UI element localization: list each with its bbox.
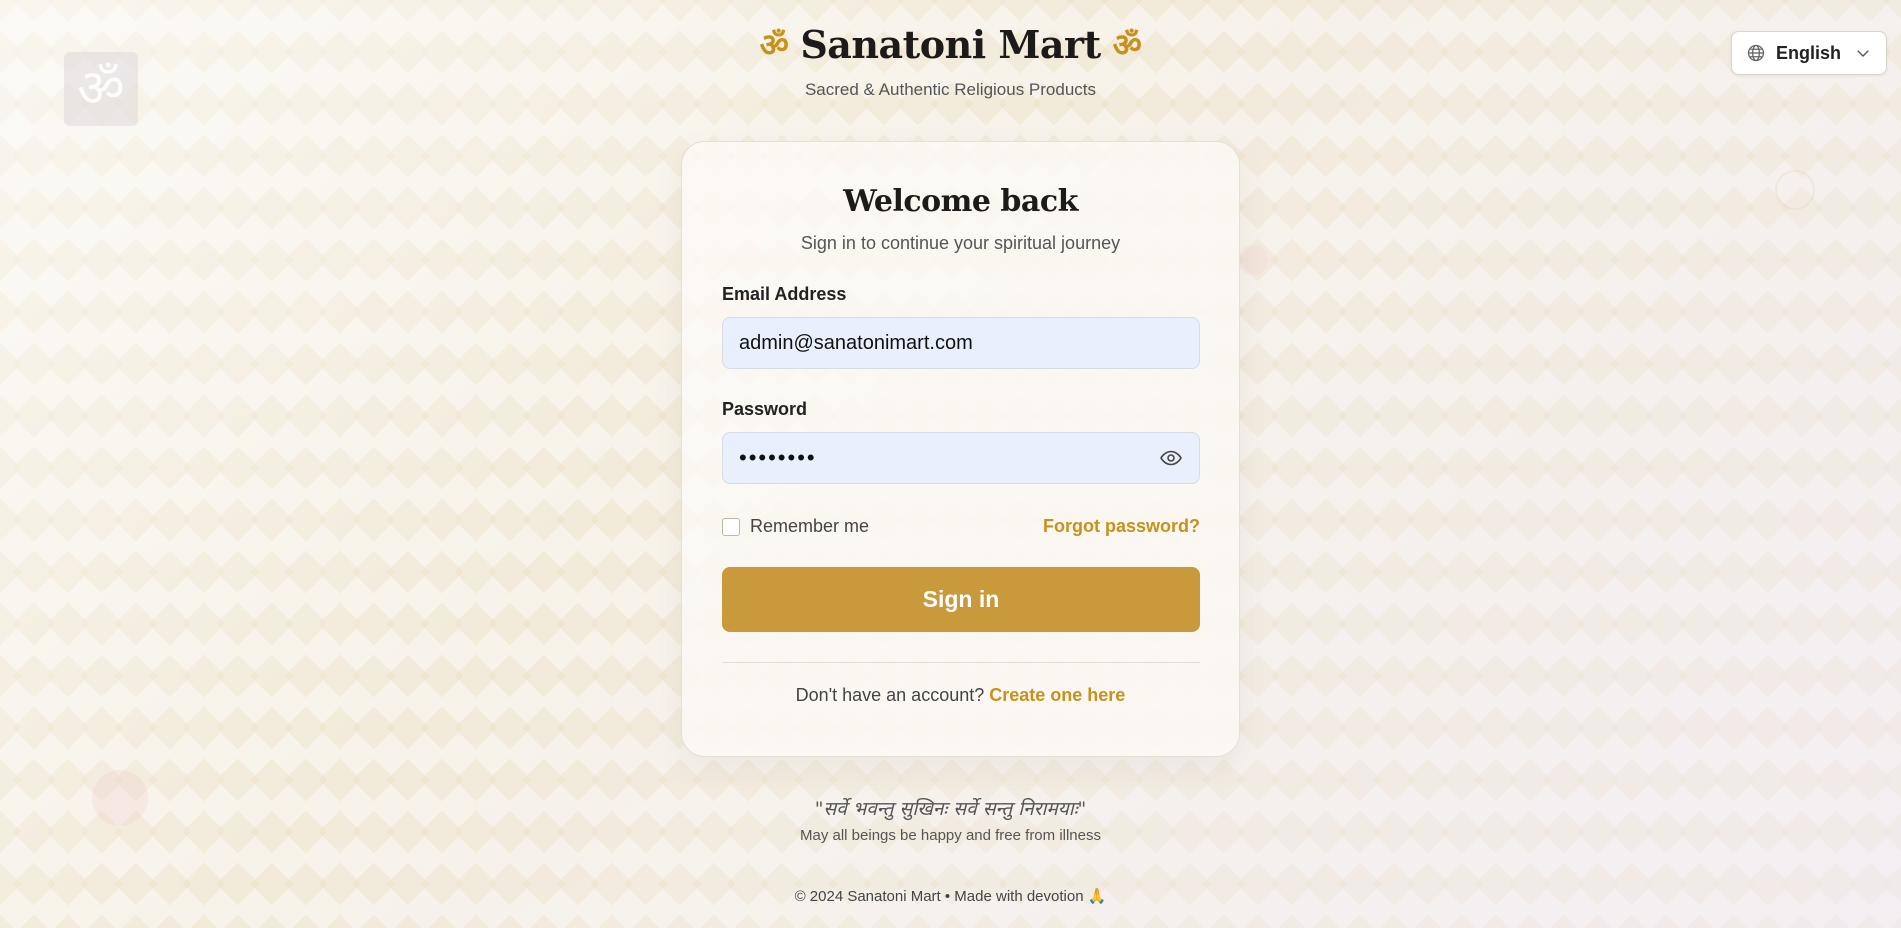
create-account-link[interactable]: Create one here <box>989 685 1125 705</box>
ring-decoration <box>1775 170 1815 210</box>
quote-block: "सर्वे भवन्तु सुखिनः सर्वे सन्तु निरामया… <box>0 795 1901 844</box>
login-card: Welcome back Sign in to continue your sp… <box>681 141 1240 757</box>
page-footer: © 2024 Sanatoni Mart • Made with devotio… <box>0 887 1901 905</box>
remember-label: Remember me <box>750 516 870 536</box>
sanskrit-quote: "सर्वे भवन्तु सुखिनः सर्वे सन्तु निरामया… <box>814 798 1087 820</box>
signup-text: Don't have an account? <box>795 685 985 705</box>
remember-checkbox[interactable] <box>722 517 740 536</box>
sign-in-button[interactable]: Sign in <box>722 567 1200 632</box>
brand-name: Sanatoni Mart <box>800 21 1101 67</box>
password-field[interactable]: •••••••• <box>722 432 1200 484</box>
pray-icon: 🙏 <box>1087 888 1107 905</box>
card-subtitle: Sign in to continue your spiritual journ… <box>800 233 1121 253</box>
brand-tagline: Sacred & Authentic Religious Products <box>804 80 1097 99</box>
card-title: Welcome back <box>843 184 1078 219</box>
eye-icon[interactable] <box>1159 446 1183 470</box>
signup-prompt: Don't have an account? Create one here <box>722 685 1199 706</box>
email-label: Email Address <box>722 284 847 304</box>
dot-decoration <box>1238 245 1268 275</box>
remember-me[interactable]: Remember me <box>722 516 869 537</box>
email-value: admin@sanatonimart.com <box>739 331 973 354</box>
divider <box>722 662 1200 663</box>
forgot-password-link[interactable]: Forgot password? <box>1043 516 1200 537</box>
page-header: ॐ Sanatoni Mart ॐ Sacred & Authentic Rel… <box>0 18 1901 100</box>
om-icon: ॐ <box>1112 25 1142 64</box>
brand-title: ॐ Sanatoni Mart ॐ <box>760 18 1142 70</box>
footer-text: © 2024 Sanatoni Mart • Made with devotio… <box>794 888 1084 905</box>
quote-translation: May all beings be happy and free from il… <box>800 827 1101 844</box>
options-row: Remember me Forgot password? <box>722 516 1200 537</box>
password-value: •••••••• <box>739 445 817 470</box>
email-field[interactable]: admin@sanatonimart.com <box>722 317 1200 369</box>
om-icon: ॐ <box>759 25 789 64</box>
password-label: Password <box>722 399 808 419</box>
